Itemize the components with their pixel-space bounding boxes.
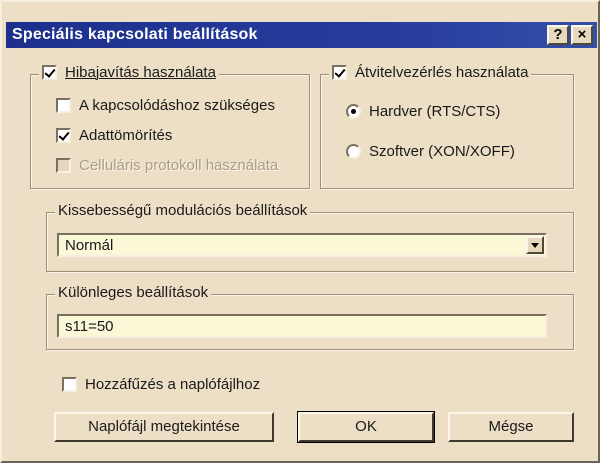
flow-control-label: Átvitelvezérlés használata [355,64,529,81]
modulation-group: Kissebességű modulációs beállítások Norm… [46,202,574,272]
extra-settings-label: Különleges beállítások [58,284,209,301]
error-correction-group: Hibajavítás használata A kapcsolódáshoz … [30,64,310,189]
hardware-flow-label: Hardver (RTS/CTS) [369,103,501,120]
flow-control-group: Átvitelvezérlés használata Hardver (RTS/… [320,64,574,189]
close-button[interactable]: × [571,25,593,45]
data-compression-checkbox[interactable] [56,128,71,143]
required-for-connection-checkbox[interactable] [56,98,71,113]
error-correction-checkbox[interactable] [42,65,57,80]
append-log-label: Hozzáfűzés a naplófájlhoz [85,376,261,393]
hardware-flow-radio[interactable] [346,104,361,119]
modulation-label: Kissebességű modulációs beállítások [58,202,308,219]
extra-settings-group: Különleges beállítások s11=50 [46,284,574,350]
required-for-connection-label: A kapcsolódáshoz szükséges [79,97,275,114]
view-log-button[interactable]: Naplófájl megtekintése [54,412,274,442]
cancel-button[interactable]: Mégse [448,412,574,442]
cellular-protocol-option: Celluláris protokoll használata [56,157,278,174]
cellular-protocol-checkbox [56,158,71,173]
flow-control-checkbox[interactable] [332,65,347,80]
chevron-down-icon[interactable] [526,236,544,254]
extra-settings-value: s11=50 [65,318,114,335]
modulation-select[interactable]: Normál [57,233,547,257]
software-flow-option[interactable]: Szoftver (XON/XOFF) [346,143,515,160]
required-for-connection-option[interactable]: A kapcsolódáshoz szükséges [56,97,275,114]
ok-button[interactable]: OK [297,411,435,443]
title-bar[interactable]: Speciális kapcsolati beállítások ? × [6,22,597,48]
error-correction-label: Hibajavítás használata [65,64,216,81]
flow-control-toggle[interactable]: Átvitelvezérlés használata [329,64,532,81]
cellular-protocol-label: Celluláris protokoll használata [79,157,279,174]
append-log-checkbox[interactable] [62,377,77,392]
extra-settings-label-wrap: Különleges beállítások [55,284,212,301]
modulation-label-wrap: Kissebességű modulációs beállítások [55,202,311,219]
advanced-connection-settings-dialog: Speciális kapcsolati beállítások ? × Hib… [0,0,600,463]
software-flow-radio[interactable] [346,144,361,159]
data-compression-label: Adattömörítés [79,127,173,144]
modulation-selected-value: Normál [65,237,114,254]
error-correction-toggle[interactable]: Hibajavítás használata [39,64,219,81]
hardware-flow-option[interactable]: Hardver (RTS/CTS) [346,103,500,120]
software-flow-label: Szoftver (XON/XOFF) [369,143,515,160]
append-log-option[interactable]: Hozzáfűzés a naplófájlhoz [62,376,260,393]
dialog-title: Speciális kapcsolati beállítások [12,26,258,43]
extra-settings-input[interactable]: s11=50 [57,314,547,338]
help-button[interactable]: ? [547,25,569,45]
data-compression-option[interactable]: Adattömörítés [56,127,172,144]
